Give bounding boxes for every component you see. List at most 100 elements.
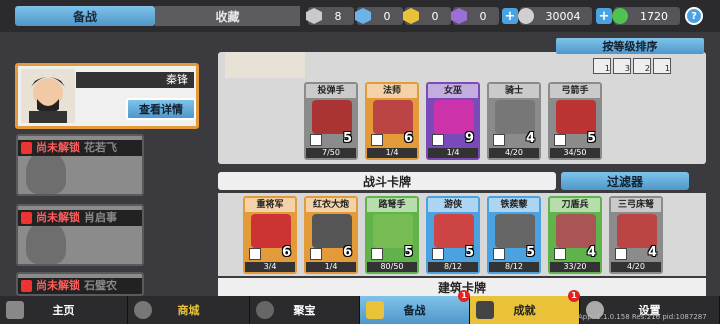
locked-banner: 尚未解锁 花若飞 xyxy=(18,140,142,156)
card-type-icon xyxy=(432,134,444,146)
gold-gem-icon xyxy=(403,8,419,24)
card[interactable]: 三弓床弩 4 4/20 xyxy=(609,196,663,274)
card[interactable]: 女巫 9 1/4 xyxy=(426,82,480,160)
card-type-icon xyxy=(615,248,627,260)
card-cost: 5 xyxy=(464,245,474,260)
nav-prepare[interactable]: 备战 1 xyxy=(360,290,470,324)
card-progress: 4/20 xyxy=(489,148,539,158)
nav-label: 主页 xyxy=(52,304,75,317)
card[interactable]: 游侠 5 8/12 xyxy=(426,196,480,274)
card[interactable]: 重将军 6 3/4 xyxy=(243,196,297,274)
resource-gold: 0 xyxy=(403,7,451,25)
nav-label: 商城 xyxy=(177,304,200,317)
notification-badge: 1 xyxy=(458,290,470,302)
nav-label: 聚宝 xyxy=(293,304,316,317)
card-name: 女巫 xyxy=(428,84,478,98)
card-name: 路弩手 xyxy=(367,198,417,212)
card-art xyxy=(495,100,535,134)
nav-home[interactable]: 主页 xyxy=(0,296,128,324)
nav-treasure[interactable]: 聚宝 xyxy=(250,296,360,324)
card[interactable]: 刀盾兵 4 33/20 xyxy=(548,196,602,274)
help-button[interactable]: ? xyxy=(685,7,703,25)
card-art xyxy=(373,214,413,248)
card-progress: 1/4 xyxy=(367,148,417,158)
card[interactable]: 骑士 4 4/20 xyxy=(487,82,541,160)
card-art xyxy=(312,214,352,248)
locked-hero-name: 石璧农 xyxy=(84,279,117,292)
quick-filter-row: 1 3 2 1 xyxy=(593,58,671,74)
card-name: 铁蒺藜 xyxy=(489,198,539,212)
filter-button[interactable]: 过滤器 xyxy=(561,172,689,190)
locked-hero-name: 花若飞 xyxy=(84,141,117,154)
sort-by-level-button[interactable]: 按等级排序 xyxy=(556,38,704,54)
card[interactable]: 铁蒺藜 5 8/12 xyxy=(487,196,541,274)
nav-shop[interactable]: 商城 xyxy=(128,296,250,324)
lock-icon xyxy=(21,212,32,224)
card-name: 投弹手 xyxy=(306,84,356,98)
card-cost: 6 xyxy=(342,245,352,260)
locked-hero-name: 肖启事 xyxy=(84,211,117,224)
card-cost: 5 xyxy=(525,245,535,260)
card[interactable]: 法师 6 1/4 xyxy=(365,82,419,160)
coin-icon xyxy=(518,8,534,24)
card-cost: 6 xyxy=(281,245,291,260)
card-type-icon xyxy=(493,248,505,260)
selected-hero-card[interactable]: 秦锋 查看详情 xyxy=(15,63,199,129)
card-cost: 5 xyxy=(403,245,413,260)
card-name: 刀盾兵 xyxy=(550,198,600,212)
resource-value: 0 xyxy=(479,9,487,23)
card[interactable]: 投弹手 5 7/50 xyxy=(304,82,358,160)
locked-banner: 尚未解锁 石璧农 xyxy=(18,278,142,294)
tab-collection[interactable]: 收藏 xyxy=(155,6,300,26)
card-progress: 8/12 xyxy=(428,262,478,272)
card-art xyxy=(556,100,596,134)
locked-label: 尚未解锁 xyxy=(36,141,80,154)
locked-label: 尚未解锁 xyxy=(36,211,80,224)
card-progress: 34/50 xyxy=(550,148,600,158)
shop-icon xyxy=(134,301,152,319)
locked-hero-slot[interactable]: 尚未解锁 石璧农 xyxy=(16,272,144,296)
filter-chip[interactable]: 3 xyxy=(613,58,631,74)
tab-prepare[interactable]: 备战 xyxy=(15,6,155,26)
card-progress: 7/50 xyxy=(306,148,356,158)
card-art xyxy=(434,214,474,248)
card-progress: 3/4 xyxy=(245,262,295,272)
card-type-icon xyxy=(371,134,383,146)
resource-blue: 0 xyxy=(355,7,403,25)
card-name: 红衣大炮 xyxy=(306,198,356,212)
home-icon xyxy=(6,301,24,319)
view-details-button[interactable]: 查看详情 xyxy=(126,98,196,120)
lock-icon xyxy=(21,280,32,292)
resource-purple: 0 xyxy=(451,7,499,25)
card-type-icon xyxy=(310,134,322,146)
card-type-icon xyxy=(371,248,383,260)
gems-value: 1720 xyxy=(640,9,668,23)
nav-label: 成就 xyxy=(513,304,536,317)
add-coins-button[interactable]: + xyxy=(502,8,518,24)
card[interactable]: 红衣大炮 6 1/4 xyxy=(304,196,358,274)
card[interactable]: 弓箭手 5 34/50 xyxy=(548,82,602,160)
card-art xyxy=(556,214,596,248)
card[interactable]: 路弩手 5 80/50 xyxy=(365,196,419,274)
resource-value: 0 xyxy=(383,9,391,23)
locked-hero-slot[interactable]: 尚未解锁 花若飞 xyxy=(16,134,144,196)
card-name: 三弓床弩 xyxy=(611,198,661,212)
card-cost: 5 xyxy=(586,131,596,146)
add-gems-button[interactable]: + xyxy=(596,8,612,24)
achievement-icon xyxy=(476,301,494,319)
card-type-icon xyxy=(432,248,444,260)
locked-banner: 尚未解锁 肖启事 xyxy=(18,210,142,226)
card-progress: 1/4 xyxy=(428,148,478,158)
treasure-icon xyxy=(256,301,274,319)
filter-chip[interactable]: 1 xyxy=(593,58,611,74)
filter-chip[interactable]: 1 xyxy=(653,58,671,74)
card-type-icon xyxy=(493,134,505,146)
notification-badge: 1 xyxy=(568,290,580,302)
nav-achievement[interactable]: 成就 1 xyxy=(470,290,580,324)
card-cost: 4 xyxy=(586,245,596,260)
card-type-icon xyxy=(249,248,261,260)
filter-chip[interactable]: 2 xyxy=(633,58,651,74)
purple-gem-icon xyxy=(451,8,467,24)
locked-hero-slot[interactable]: 尚未解锁 肖启事 xyxy=(16,204,144,266)
card-type-icon xyxy=(554,248,566,260)
